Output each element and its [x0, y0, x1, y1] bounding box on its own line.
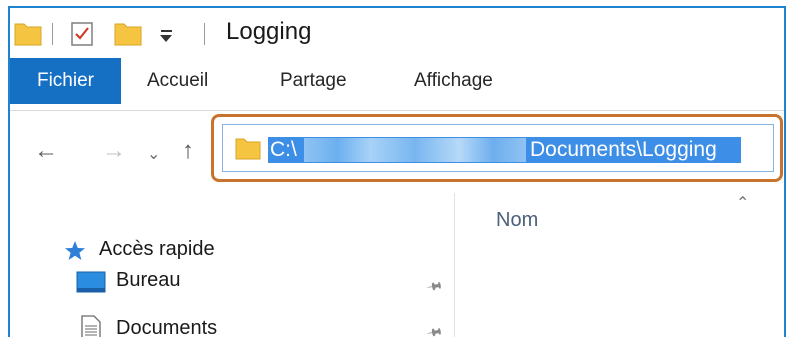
nav-item-documents[interactable]: Documents: [116, 317, 217, 337]
recent-locations-chevron-icon[interactable]: ⌄: [147, 141, 160, 169]
window-title: Logging: [226, 18, 312, 45]
column-header-name[interactable]: Nom: [496, 209, 538, 232]
sort-chevron-up-icon[interactable]: ⌃: [736, 193, 749, 213]
address-bar[interactable]: C:\ Documents\Logging: [222, 124, 774, 172]
nav-item-quick-access[interactable]: Accès rapide: [99, 238, 215, 261]
nav-item-bureau[interactable]: Bureau: [116, 269, 181, 292]
back-arrow-icon[interactable]: ←: [34, 137, 58, 165]
new-folder-icon[interactable]: [114, 20, 142, 46]
address-selection: C:\ Documents\Logging: [268, 137, 741, 163]
forward-arrow-icon[interactable]: →: [102, 137, 126, 165]
title-bar: Logging: [10, 8, 784, 58]
pin-icon[interactable]: 🖈: [422, 319, 446, 337]
tab-affichage[interactable]: Affichage: [414, 58, 493, 104]
folder-icon: [235, 138, 261, 160]
content-area: ⌃ Nom Accès rapide Bureau 🖈 Documents 🖈: [10, 193, 784, 337]
pin-icon[interactable]: 🖈: [422, 273, 446, 300]
properties-icon[interactable]: [70, 21, 96, 47]
desktop-icon: [76, 271, 106, 293]
address-prefix: C:\: [270, 138, 297, 161]
tab-partage[interactable]: Partage: [280, 58, 347, 104]
ribbon-tabs: Fichier Accueil Partage Affichage: [10, 58, 784, 111]
explorer-window: Logging Fichier Accueil Partage Affichag…: [8, 6, 786, 337]
pane-divider: [454, 193, 455, 337]
tab-fichier[interactable]: Fichier: [10, 58, 121, 104]
up-arrow-icon[interactable]: ↑: [182, 137, 194, 165]
toolbar-separator: [204, 23, 205, 45]
documents-icon: [81, 315, 101, 337]
folder-icon: [14, 23, 42, 46]
customize-toolbar-icon[interactable]: [160, 21, 172, 42]
quick-access-star-icon: [65, 241, 85, 260]
navigation-bar: ← → ⌄ ↑ C:\ Documents\Logging: [10, 111, 784, 193]
redacted-path-segment: [304, 138, 526, 162]
address-suffix: Documents\Logging: [530, 138, 717, 161]
toolbar-separator: [52, 23, 53, 45]
tab-accueil[interactable]: Accueil: [147, 58, 208, 104]
